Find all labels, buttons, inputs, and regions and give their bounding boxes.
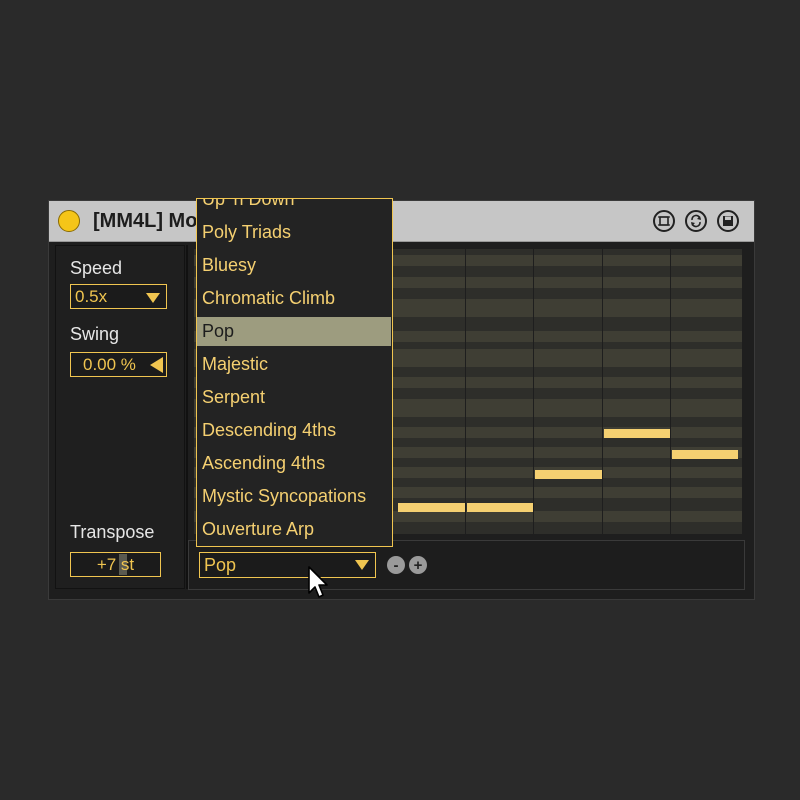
- midi-note[interactable]: [672, 450, 738, 459]
- swing-label: Swing: [70, 324, 120, 344]
- menu-item[interactable]: Majestic: [197, 350, 391, 379]
- menu-item[interactable]: Chromatic Climb: [197, 284, 391, 313]
- swing-value: 0.00 %: [83, 355, 136, 374]
- chevron-down-icon: [146, 293, 160, 303]
- grid-beat-line: [533, 249, 534, 534]
- power-icon[interactable]: [58, 210, 80, 232]
- panel-divider: [186, 245, 188, 589]
- grid-beat-line: [670, 249, 671, 534]
- device-window: [MM4L] Mo Speed 0.5x Swing 0.00 % Transp…: [48, 200, 755, 600]
- chevron-down-icon: [355, 560, 369, 570]
- pattern-select-value: Pop: [204, 555, 237, 575]
- speed-select[interactable]: 0.5x: [70, 284, 167, 309]
- transpose-label: Transpose: [70, 522, 155, 542]
- menu-item[interactable]: Ascending 4ths: [197, 449, 391, 478]
- menu-item[interactable]: Serpent: [197, 383, 391, 412]
- speed-label: Speed: [70, 258, 123, 278]
- swing-field[interactable]: 0.00 %: [70, 352, 167, 377]
- grid-beat-line: [602, 249, 603, 534]
- menu-item[interactable]: Mystic Syncopations: [197, 482, 391, 511]
- menu-item[interactable]: Up 'n Down: [197, 199, 391, 214]
- transpose-value: +7 st: [96, 554, 135, 574]
- midi-note[interactable]: [535, 470, 602, 479]
- device-title: [MM4L] Mo: [93, 210, 198, 232]
- menu-item[interactable]: Descending 4ths: [197, 416, 391, 445]
- swing-indicator-icon: [150, 357, 163, 373]
- speed-value: 0.5x: [75, 287, 108, 306]
- title-bar: [MM4L] Mo: [49, 201, 754, 242]
- midi-note[interactable]: [467, 503, 533, 512]
- menu-item-selected[interactable]: Pop: [197, 317, 391, 346]
- pattern-dropdown-menu: Up 'n Down Poly Triads Bluesy Chromatic …: [196, 198, 393, 547]
- midi-note[interactable]: [604, 429, 670, 438]
- menu-item[interactable]: Bluesy: [197, 251, 391, 280]
- transpose-field[interactable]: +7 st: [70, 552, 161, 577]
- minus-button[interactable]: -: [387, 556, 405, 574]
- pattern-select[interactable]: Pop: [199, 552, 376, 578]
- plus-button[interactable]: +: [409, 556, 427, 574]
- grid-beat-line: [465, 249, 466, 534]
- save-icon[interactable]: [717, 210, 739, 232]
- menu-item[interactable]: Poly Triads: [197, 218, 391, 247]
- midi-note[interactable]: [398, 503, 465, 512]
- mouse-cursor-icon: [308, 566, 328, 598]
- refresh-icon[interactable]: [685, 210, 707, 232]
- fit-icon[interactable]: [653, 210, 675, 232]
- control-panel: Speed 0.5x Swing 0.00 % Transpose +7 st: [55, 245, 185, 589]
- menu-item[interactable]: Ouverture Arp: [197, 515, 391, 544]
